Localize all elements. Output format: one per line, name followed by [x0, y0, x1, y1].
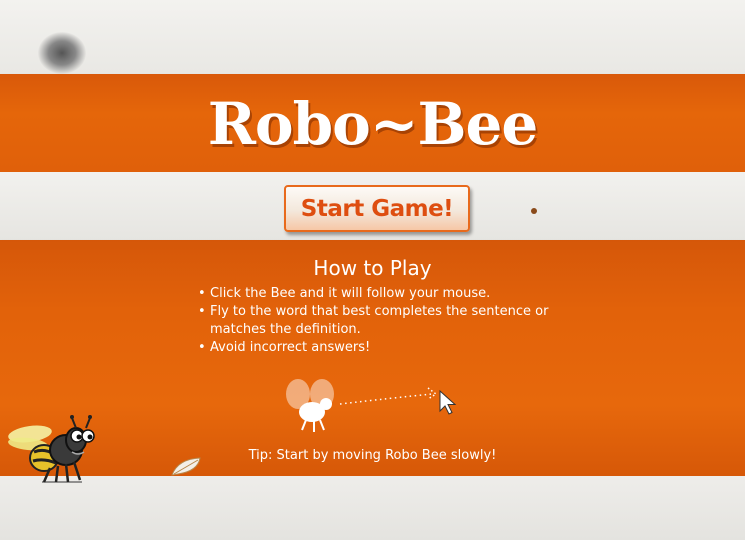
bottom-white-board	[0, 476, 745, 540]
follow-mouse-demo	[286, 379, 457, 432]
nail-hole	[531, 208, 537, 214]
game-start-screen: Robo~Bee Start Game! How to Play Click t…	[0, 0, 745, 540]
robo-bee-icon[interactable]	[6, 412, 100, 486]
rule-item: Avoid incorrect answers!	[198, 339, 568, 357]
tip-text: Tip: Start by moving Robo Bee slowly!	[248, 448, 497, 463]
dotted-path	[339, 393, 433, 405]
leaf-icon	[171, 457, 201, 476]
start-game-button[interactable]: Start Game!	[284, 185, 470, 232]
top-white-board	[0, 0, 745, 74]
demo-bee-icon	[286, 379, 334, 432]
rules-list: Click the Bee and it will follow your mo…	[198, 285, 568, 357]
mouse-pointer-icon	[439, 389, 457, 415]
how-to-play-heading: How to Play	[313, 256, 432, 280]
game-title: Robo~Bee	[207, 90, 539, 158]
start-game-label: Start Game!	[300, 195, 454, 222]
rule-item: Fly to the word that best completes the …	[198, 303, 568, 339]
wood-knot	[38, 32, 86, 74]
rule-item: Click the Bee and it will follow your mo…	[198, 285, 568, 303]
